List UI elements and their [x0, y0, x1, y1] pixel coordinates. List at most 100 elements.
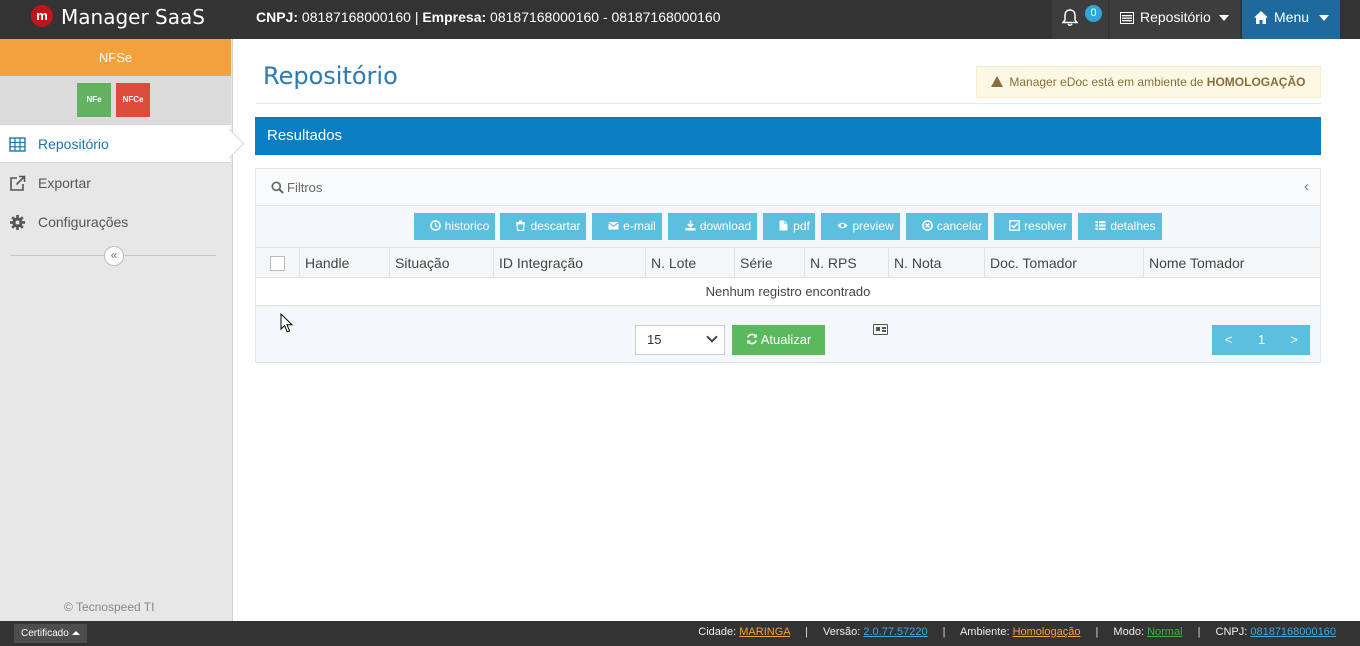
nfe-button[interactable]: NFe: [77, 83, 111, 117]
sidebar-item-label: Exportar: [38, 175, 91, 191]
external-link-icon: [10, 175, 26, 191]
column-separator: [389, 248, 390, 277]
column-separator: [1143, 248, 1144, 277]
column-header-situacao[interactable]: Situação: [395, 255, 449, 271]
refresh-button[interactable]: Atualizar: [732, 325, 825, 355]
company-label: Empresa:: [422, 9, 487, 25]
column-header-doc-tomador[interactable]: Doc. Tomador: [990, 255, 1077, 271]
chevron-down-icon: [706, 331, 718, 343]
grid-empty-message: Nenhum registro encontrado: [256, 278, 1320, 306]
status-bar: Certificado Cidade: MARINGA | Versão: 2.…: [0, 621, 1360, 646]
pagination-page-1[interactable]: 1: [1245, 325, 1278, 355]
download-label: download: [699, 219, 752, 233]
sidebar-item-label: Repositório: [38, 136, 109, 152]
select-all-checkbox[interactable]: [270, 256, 285, 271]
repository-dropdown[interactable]: Repositório: [1110, 0, 1240, 39]
column-header-nome-tomador[interactable]: Nome Tomador: [1149, 255, 1244, 271]
column-header-n-nota[interactable]: N. Nota: [894, 255, 941, 271]
version-value[interactable]: 2.0.77.57220: [863, 626, 927, 638]
refresh-label: Atualizar: [760, 332, 812, 347]
column-separator: [888, 248, 889, 277]
caret-down-icon: [1219, 15, 1229, 21]
column-separator: [984, 248, 985, 277]
mouse-cursor-icon: [280, 313, 294, 333]
status-cnpj-label: CNPJ:: [1215, 626, 1248, 638]
detalhes-label: detalhes: [1110, 219, 1156, 233]
preview-label: preview: [852, 219, 894, 233]
bell-icon: [1062, 9, 1078, 26]
menu-label: Menu: [1274, 9, 1310, 25]
nfce-button[interactable]: NFCe: [116, 83, 150, 117]
main-menu-dropdown[interactable]: Menu: [1242, 0, 1340, 39]
city-value[interactable]: MARINGA: [739, 626, 790, 638]
resolver-button[interactable]: resolver: [994, 213, 1072, 240]
id-card-icon[interactable]: [873, 324, 888, 335]
file-icon: [779, 220, 788, 231]
notification-badge: 0: [1085, 5, 1102, 22]
resolver-label: resolver: [1024, 219, 1067, 233]
historico-button[interactable]: historico: [414, 213, 495, 240]
column-header-n-lote[interactable]: N. Lote: [651, 255, 696, 271]
pdf-label: pdf: [793, 219, 810, 233]
company-separator: |: [414, 9, 419, 25]
chevron-left-icon: ‹: [1304, 178, 1309, 195]
cancelar-label: cancelar: [936, 219, 983, 233]
caret-up-icon: [71, 631, 80, 635]
cancelar-button[interactable]: cancelar: [906, 213, 988, 240]
email-button[interactable]: e-mail: [592, 213, 662, 240]
column-header-n-rps[interactable]: N. RPS: [810, 255, 857, 271]
page-size-select[interactable]: 15: [635, 325, 725, 355]
eye-icon: [837, 222, 848, 229]
app-title[interactable]: Manager SaaS: [61, 5, 205, 29]
app-logo[interactable]: m: [31, 5, 53, 27]
times-circle-icon: [921, 220, 933, 231]
column-separator: [734, 248, 735, 277]
doc-type-switcher: NFe NFCe: [0, 76, 231, 124]
descartar-button[interactable]: descartar: [500, 213, 586, 240]
column-separator: [804, 248, 805, 277]
column-header-handle[interactable]: Handle: [305, 255, 349, 271]
sidebar: NFSe NFe NFCe Repositório Exportar Confi…: [0, 39, 233, 621]
company-info: CNPJ: 08187168000160 | Empresa: 08187168…: [256, 9, 721, 25]
environment-alert-highlight: HOMOLOGAÇÃO: [1206, 75, 1306, 89]
certificate-button[interactable]: Certificado: [14, 624, 87, 643]
cnpj-value: 08187168000160: [301, 9, 411, 25]
download-button[interactable]: download: [668, 213, 757, 240]
top-bar: m Manager SaaS CNPJ: 08187168000160 | Em…: [0, 0, 1360, 39]
status-cnpj-value[interactable]: 08187168000160: [1250, 626, 1336, 638]
results-panel: Filtros ‹ historico descartar e-mail dow…: [255, 168, 1321, 363]
sidebar-doc-type[interactable]: NFSe: [0, 39, 231, 76]
pagination-next[interactable]: >: [1278, 325, 1310, 355]
sidebar-item-exportar[interactable]: Exportar: [0, 164, 231, 203]
filters-label: Filtros: [287, 180, 323, 195]
sidebar-collapse-button[interactable]: «: [104, 246, 124, 266]
sidebar-item-configuracoes[interactable]: Configurações: [0, 203, 231, 242]
mode-label: Modo:: [1113, 626, 1144, 638]
list-icon: [1095, 221, 1106, 230]
results-panel-header: Resultados: [255, 117, 1321, 155]
environment-value[interactable]: Homologação: [1013, 626, 1081, 638]
column-header-serie[interactable]: Série: [740, 255, 773, 271]
refresh-icon: [746, 333, 757, 345]
mode-value[interactable]: Normal: [1147, 626, 1182, 638]
clock-icon: [429, 220, 441, 231]
historico-label: historico: [444, 219, 490, 233]
page-title: Repositório: [263, 62, 398, 90]
preview-button[interactable]: preview: [821, 213, 900, 240]
status-info: Cidade: MARINGA | Versão: 2.0.77.57220 |…: [698, 626, 1336, 638]
column-separator: [493, 248, 494, 277]
column-header-id-integracao[interactable]: ID Integração: [499, 255, 583, 271]
pdf-button[interactable]: pdf: [763, 213, 815, 240]
notifications-button[interactable]: 0: [1052, 0, 1108, 39]
home-icon: [1254, 11, 1268, 24]
sidebar-item-repositorio[interactable]: Repositório: [0, 124, 231, 163]
pagination-prev[interactable]: <: [1212, 325, 1245, 355]
version-label: Versão:: [822, 626, 861, 638]
column-separator: [299, 248, 300, 277]
filters-toggle[interactable]: Filtros ‹: [256, 169, 1320, 206]
repository-label: Repositório: [1140, 9, 1211, 25]
detalhes-button[interactable]: detalhes: [1078, 213, 1162, 240]
caret-down-icon: [1319, 15, 1329, 21]
trash-icon: [516, 220, 526, 231]
company-value: 08187168000160 - 08187168000160: [490, 9, 721, 25]
